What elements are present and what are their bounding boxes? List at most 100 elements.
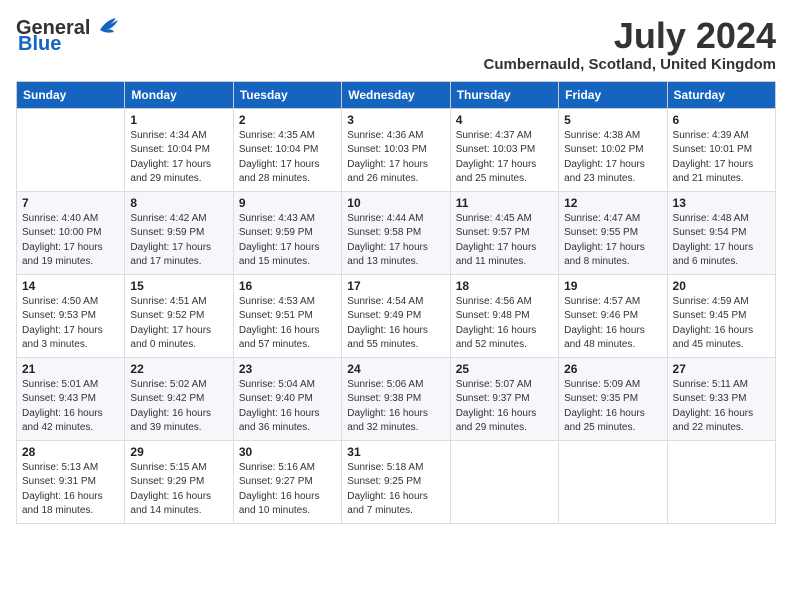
cell-info: Sunrise: 4:56 AM Sunset: 9:48 PM Dayligh… (456, 295, 553, 353)
calendar-cell: 21 Sunrise: 5:01 AM Sunset: 9:43 PM Dayli… (17, 357, 125, 440)
day-number: 1 (130, 113, 227, 127)
calendar-cell (450, 440, 558, 523)
calendar-cell: 8Sunrise: 4:42 AM Sunset: 9:59 PM Daylig… (125, 191, 233, 274)
calendar-cell: 9 Sunrise: 4:43 AM Sunset: 9:59 PM Daylig… (233, 191, 341, 274)
day-number: 18 (456, 279, 553, 293)
day-number: 11 (456, 196, 553, 210)
cell-info: Sunrise: 4:40 AM Sunset: 10:00 PM Daylig… (22, 212, 119, 270)
cell-info: Sunrise: 5:02 AM Sunset: 9:42 PM Dayligh… (130, 378, 227, 436)
day-number: 12 (564, 196, 661, 210)
calendar-cell: 20 Sunrise: 4:59 AM Sunset: 9:45 PM Dayli… (667, 274, 775, 357)
calendar-cell: 27 Sunrise: 5:11 AM Sunset: 9:33 PM Dayli… (667, 357, 775, 440)
weekday-header-sunday: Sunday (17, 81, 125, 108)
day-number: 21 (22, 362, 119, 376)
calendar-cell: 14Sunrise: 4:50 AM Sunset: 9:53 PM Dayli… (17, 274, 125, 357)
calendar-cell: 29Sunrise: 5:15 AM Sunset: 9:29 PM Dayli… (125, 440, 233, 523)
day-number: 10 (347, 196, 444, 210)
calendar-cell: 15Sunrise: 4:51 AM Sunset: 9:52 PM Dayli… (125, 274, 233, 357)
cell-info: Sunrise: 4:57 AM Sunset: 9:46 PM Dayligh… (564, 295, 661, 353)
weekday-header-monday: Monday (125, 81, 233, 108)
calendar-cell: 13Sunrise: 4:48 AM Sunset: 9:54 PM Dayli… (667, 191, 775, 274)
day-number: 13 (673, 196, 770, 210)
calendar-cell: 24 Sunrise: 5:06 AM Sunset: 9:38 PM Dayli… (342, 357, 450, 440)
logo-text-blue: Blue (18, 34, 61, 54)
calendar-cell: 28Sunrise: 5:13 AM Sunset: 9:31 PM Dayli… (17, 440, 125, 523)
cell-info: Sunrise: 5:18 AM Sunset: 9:25 PM Dayligh… (347, 461, 444, 519)
day-number: 7 (22, 196, 119, 210)
day-number: 26 (564, 362, 661, 376)
cell-info: Sunrise: 4:42 AM Sunset: 9:59 PM Dayligh… (130, 212, 227, 270)
cell-info: Sunrise: 4:43 AM Sunset: 9:59 PM Dayligh… (239, 212, 336, 270)
day-number: 22 (130, 362, 227, 376)
calendar-cell: 18 Sunrise: 4:56 AM Sunset: 9:48 PM Dayli… (450, 274, 558, 357)
day-number: 29 (130, 445, 227, 459)
calendar-cell: 11 Sunrise: 4:45 AM Sunset: 9:57 PM Dayli… (450, 191, 558, 274)
weekday-header-saturday: Saturday (667, 81, 775, 108)
calendar-cell: 30Sunrise: 5:16 AM Sunset: 9:27 PM Dayli… (233, 440, 341, 523)
day-number: 25 (456, 362, 553, 376)
day-number: 17 (347, 279, 444, 293)
calendar-cell: 2 Sunrise: 4:35 AM Sunset: 10:04 PM Dayli… (233, 108, 341, 191)
cell-info: Sunrise: 4:34 AM Sunset: 10:04 PM Daylig… (130, 129, 227, 187)
day-number: 3 (347, 113, 444, 127)
calendar-cell (667, 440, 775, 523)
day-number: 27 (673, 362, 770, 376)
weekday-header-row: SundayMondayTuesdayWednesdayThursdayFrid… (17, 81, 776, 108)
day-number: 30 (239, 445, 336, 459)
calendar-cell: 1 Sunrise: 4:34 AM Sunset: 10:04 PM Dayli… (125, 108, 233, 191)
month-year-title: July 2024 (484, 16, 777, 56)
day-number: 31 (347, 445, 444, 459)
calendar-cell: 25 Sunrise: 5:07 AM Sunset: 9:37 PM Dayli… (450, 357, 558, 440)
cell-info: Sunrise: 5:07 AM Sunset: 9:37 PM Dayligh… (456, 378, 553, 436)
calendar-week-row: 28Sunrise: 5:13 AM Sunset: 9:31 PM Dayli… (17, 440, 776, 523)
day-number: 5 (564, 113, 661, 127)
calendar-cell: 17 Sunrise: 4:54 AM Sunset: 9:49 PM Dayli… (342, 274, 450, 357)
day-number: 6 (673, 113, 770, 127)
day-number: 19 (564, 279, 661, 293)
day-number: 23 (239, 362, 336, 376)
calendar-cell: 6Sunrise: 4:39 AM Sunset: 10:01 PM Dayli… (667, 108, 775, 191)
day-number: 24 (347, 362, 444, 376)
calendar-cell (559, 440, 667, 523)
calendar-cell: 19 Sunrise: 4:57 AM Sunset: 9:46 PM Dayli… (559, 274, 667, 357)
cell-info: Sunrise: 5:09 AM Sunset: 9:35 PM Dayligh… (564, 378, 661, 436)
calendar-week-row: 1 Sunrise: 4:34 AM Sunset: 10:04 PM Dayli… (17, 108, 776, 191)
day-number: 4 (456, 113, 553, 127)
calendar-week-row: 21 Sunrise: 5:01 AM Sunset: 9:43 PM Dayli… (17, 357, 776, 440)
cell-info: Sunrise: 4:45 AM Sunset: 9:57 PM Dayligh… (456, 212, 553, 270)
location-subtitle: Cumbernauld, Scotland, United Kingdom (484, 56, 777, 73)
calendar-cell: 7 Sunrise: 4:40 AM Sunset: 10:00 PM Dayli… (17, 191, 125, 274)
cell-info: Sunrise: 4:59 AM Sunset: 9:45 PM Dayligh… (673, 295, 770, 353)
day-number: 9 (239, 196, 336, 210)
calendar-cell: 16 Sunrise: 4:53 AM Sunset: 9:51 PM Dayli… (233, 274, 341, 357)
cell-info: Sunrise: 4:51 AM Sunset: 9:52 PM Dayligh… (130, 295, 227, 353)
calendar-week-row: 7 Sunrise: 4:40 AM Sunset: 10:00 PM Dayli… (17, 191, 776, 274)
cell-info: Sunrise: 5:11 AM Sunset: 9:33 PM Dayligh… (673, 378, 770, 436)
weekday-header-tuesday: Tuesday (233, 81, 341, 108)
cell-info: Sunrise: 4:35 AM Sunset: 10:04 PM Daylig… (239, 129, 336, 187)
day-number: 20 (673, 279, 770, 293)
calendar-week-row: 14Sunrise: 4:50 AM Sunset: 9:53 PM Dayli… (17, 274, 776, 357)
cell-info: Sunrise: 4:36 AM Sunset: 10:03 PM Daylig… (347, 129, 444, 187)
cell-info: Sunrise: 4:53 AM Sunset: 9:51 PM Dayligh… (239, 295, 336, 353)
logo-bird-icon (92, 12, 120, 40)
day-number: 28 (22, 445, 119, 459)
calendar-cell: 26 Sunrise: 5:09 AM Sunset: 9:35 PM Dayli… (559, 357, 667, 440)
cell-info: Sunrise: 5:06 AM Sunset: 9:38 PM Dayligh… (347, 378, 444, 436)
day-number: 14 (22, 279, 119, 293)
calendar-table: SundayMondayTuesdayWednesdayThursdayFrid… (16, 81, 776, 524)
calendar-cell: 3 Sunrise: 4:36 AM Sunset: 10:03 PM Dayli… (342, 108, 450, 191)
calendar-cell: 10Sunrise: 4:44 AM Sunset: 9:58 PM Dayli… (342, 191, 450, 274)
day-number: 16 (239, 279, 336, 293)
cell-info: Sunrise: 4:38 AM Sunset: 10:02 PM Daylig… (564, 129, 661, 187)
cell-info: Sunrise: 5:01 AM Sunset: 9:43 PM Dayligh… (22, 378, 119, 436)
calendar-cell: 23 Sunrise: 5:04 AM Sunset: 9:40 PM Dayli… (233, 357, 341, 440)
cell-info: Sunrise: 5:04 AM Sunset: 9:40 PM Dayligh… (239, 378, 336, 436)
calendar-cell: 5 Sunrise: 4:38 AM Sunset: 10:02 PM Dayli… (559, 108, 667, 191)
calendar-cell (17, 108, 125, 191)
cell-info: Sunrise: 4:54 AM Sunset: 9:49 PM Dayligh… (347, 295, 444, 353)
day-number: 2 (239, 113, 336, 127)
cell-info: Sunrise: 4:47 AM Sunset: 9:55 PM Dayligh… (564, 212, 661, 270)
calendar-cell: 22 Sunrise: 5:02 AM Sunset: 9:42 PM Dayli… (125, 357, 233, 440)
calendar-cell: 31 Sunrise: 5:18 AM Sunset: 9:25 PM Dayli… (342, 440, 450, 523)
